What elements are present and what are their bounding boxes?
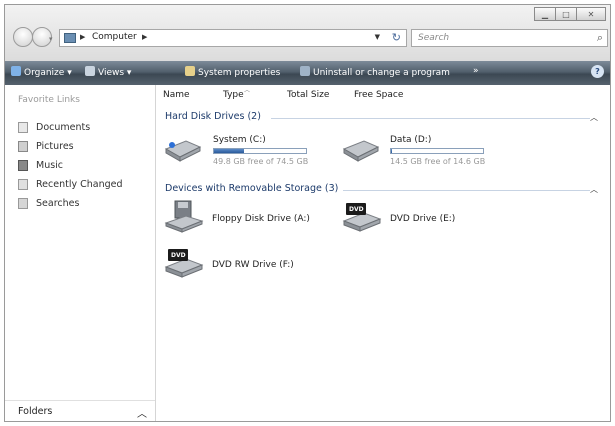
fav-link-documents[interactable]: Documents <box>18 119 90 135</box>
fav-link-label: Pictures <box>36 140 74 152</box>
organize-icon <box>11 66 21 76</box>
window-controls: ▁ □ ✕ <box>534 7 606 21</box>
uninstall-button[interactable]: Uninstall or change a program <box>300 66 450 78</box>
documents-icon <box>18 121 28 133</box>
drive-usage-fill <box>214 149 245 153</box>
uninstall-icon <box>300 66 310 76</box>
recently-changed-icon <box>18 178 28 190</box>
address-dropdown-icon[interactable]: ▼ <box>375 33 380 41</box>
fav-link-label: Recently Changed <box>36 178 123 190</box>
close-icon: ✕ <box>587 9 595 19</box>
fav-link-label: Music <box>36 159 64 171</box>
drive-name: Data (D:) <box>390 135 432 145</box>
group-header-removable[interactable]: Devices with Removable Storage (3) <box>165 183 338 194</box>
minimize-icon: ▁ <box>541 9 549 19</box>
address-bar[interactable]: ▶ Computer ▶ ▼ ↻ <box>59 29 407 47</box>
chevron-up-icon: ︿ <box>137 409 147 420</box>
column-header-total-size[interactable]: Total Size <box>287 90 329 100</box>
help-icon[interactable]: ? <box>591 65 604 78</box>
drive-free-space: 49.8 GB free of 74.5 GB <box>213 157 309 166</box>
search-placeholder: Search <box>418 33 450 43</box>
column-header-free-space[interactable]: Free Space <box>354 90 403 100</box>
pictures-icon <box>18 140 28 152</box>
device-name: DVD Drive (E:) <box>390 214 456 224</box>
views-label: Views <box>98 68 125 78</box>
maximize-icon: □ <box>562 9 570 19</box>
dvd-badge: DVD <box>349 206 364 213</box>
drive-usage-fill <box>391 149 392 153</box>
file-list: Name ︿ Type Total Size Free Space Hard D… <box>156 85 610 421</box>
breadcrumb-computer[interactable]: Computer <box>92 32 137 42</box>
column-header-name[interactable]: Name <box>163 90 190 100</box>
dvd-badge: DVD <box>171 252 186 259</box>
dvd-rw-drive-icon <box>164 249 204 278</box>
fav-link-music[interactable]: Music <box>18 157 63 173</box>
toolbar-overflow-button[interactable]: » <box>473 66 479 76</box>
system-properties-icon <box>185 66 195 76</box>
fav-link-recently-changed[interactable]: Recently Changed <box>18 176 123 192</box>
device-name: DVD RW Drive (F:) <box>212 260 294 270</box>
collapse-icon[interactable]: ︿ <box>590 112 598 123</box>
fav-link-searches[interactable]: Searches <box>18 195 79 211</box>
group-header-hard-disks[interactable]: Hard Disk Drives (2) <box>165 111 261 122</box>
drive-usage-bar <box>390 148 484 154</box>
device-name: Floppy Disk Drive (A:) <box>212 214 310 224</box>
system-properties-button[interactable]: System properties <box>185 66 280 78</box>
fav-link-label: Searches <box>36 197 80 209</box>
maximize-button[interactable]: □ <box>555 7 577 21</box>
search-icon[interactable]: ⌕ <box>597 31 603 45</box>
close-button[interactable]: ✕ <box>576 7 606 21</box>
music-icon <box>18 159 28 171</box>
column-header-type[interactable]: Type <box>223 90 244 100</box>
minimize-button[interactable]: ▁ <box>534 7 556 21</box>
fav-link-pictures[interactable]: Pictures <box>18 138 74 154</box>
floppy-drive-icon <box>164 200 204 233</box>
group-divider <box>271 118 590 119</box>
hard-drive-icon <box>342 140 380 162</box>
navigation-pane: Favorite Links Documents Pictures Music … <box>5 85 156 421</box>
drive-usage-bar <box>213 148 307 154</box>
organize-label: Organize <box>24 68 65 78</box>
sort-indicator-icon: ︿ <box>244 87 251 94</box>
breadcrumb-arrow-icon[interactable]: ▶ <box>142 33 147 41</box>
group-divider <box>343 190 590 191</box>
drive-name: System (C:) <box>213 135 266 145</box>
computer-icon <box>64 33 76 43</box>
collapse-icon[interactable]: ︿ <box>590 184 598 195</box>
refresh-icon[interactable]: ↻ <box>392 31 401 44</box>
favorite-links-title: Favorite Links <box>18 95 80 105</box>
drive-free-space: 14.5 GB free of 14.6 GB <box>390 157 486 166</box>
searches-icon <box>18 197 28 209</box>
recent-pages-dropdown[interactable]: ▾ <box>49 35 53 43</box>
folders-label: Folders <box>18 406 53 417</box>
views-icon <box>85 66 95 76</box>
views-button[interactable]: Views ▾ <box>85 66 131 78</box>
title-bar: ▁ □ ✕ ▾ ▶ Computer ▶ ▼ ↻ Search ⌕ <box>5 5 610 61</box>
command-bar: Organize ▾ Views ▾ System properties Uni… <box>5 61 610 85</box>
navigation-row: ▾ ▶ Computer ▶ ▼ ↻ Search ⌕ <box>5 23 610 51</box>
dvd-drive-icon <box>342 203 382 232</box>
fav-link-label: Documents <box>36 121 91 133</box>
hard-drive-icon <box>164 140 202 162</box>
explorer-window: ▁ □ ✕ ▾ ▶ Computer ▶ ▼ ↻ Search ⌕ Organi… <box>4 4 611 422</box>
breadcrumb-arrow-icon[interactable]: ▶ <box>80 33 85 41</box>
search-box[interactable]: Search ⌕ <box>411 29 608 47</box>
system-properties-label: System properties <box>198 68 281 78</box>
uninstall-label: Uninstall or change a program <box>313 68 450 78</box>
organize-button[interactable]: Organize ▾ <box>11 66 72 78</box>
back-button[interactable] <box>13 27 33 47</box>
folders-bar[interactable]: Folders ︿ <box>5 400 155 421</box>
